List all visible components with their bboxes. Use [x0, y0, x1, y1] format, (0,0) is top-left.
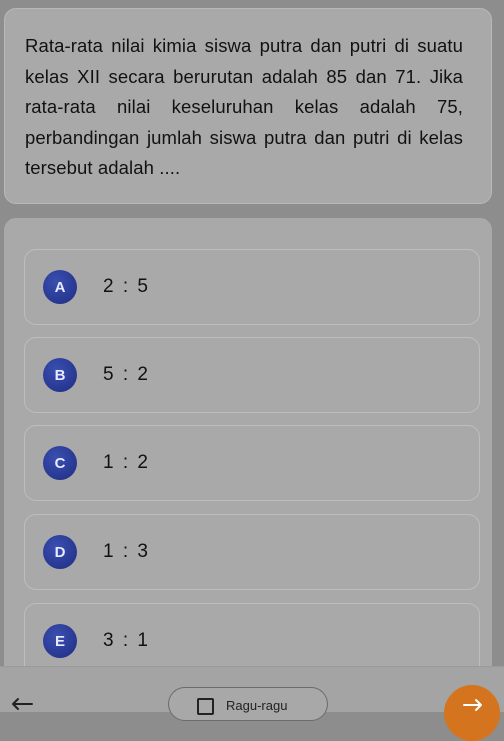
option-d[interactable]: D 1 : 3 — [24, 514, 480, 590]
option-letter-badge: E — [43, 624, 77, 658]
option-text: 1 : 3 — [103, 541, 150, 562]
option-letter-badge: B — [43, 358, 77, 392]
option-text: 5 : 2 — [103, 364, 150, 385]
options-panel: A 2 : 5 B 5 : 2 C 1 : 2 D 1 : 3 E 3 : 1 — [4, 218, 492, 679]
option-text: 3 : 1 — [103, 630, 150, 651]
option-letter-badge: D — [43, 535, 77, 569]
arrow-right-icon — [463, 699, 482, 711]
ragu-checkbox[interactable] — [197, 698, 214, 715]
back-button[interactable] — [10, 697, 34, 711]
question-text: Rata-rata nilai kimia siswa putra dan pu… — [25, 35, 463, 178]
arrow-left-icon — [12, 698, 33, 710]
option-letter-badge: A — [43, 270, 77, 304]
bottom-navigation-bar: Ragu-ragu — [0, 666, 504, 741]
question-card: Rata-rata nilai kimia siswa putra dan pu… — [4, 8, 492, 204]
next-button[interactable] — [444, 685, 500, 741]
option-text: 1 : 2 — [103, 452, 150, 473]
option-a[interactable]: A 2 : 5 — [24, 249, 480, 325]
option-text: 2 : 5 — [103, 276, 150, 297]
option-c[interactable]: C 1 : 2 — [24, 425, 480, 501]
option-b[interactable]: B 5 : 2 — [24, 337, 480, 413]
option-letter-badge: C — [43, 446, 77, 480]
ragu-ragu-button[interactable]: Ragu-ragu — [168, 687, 328, 721]
